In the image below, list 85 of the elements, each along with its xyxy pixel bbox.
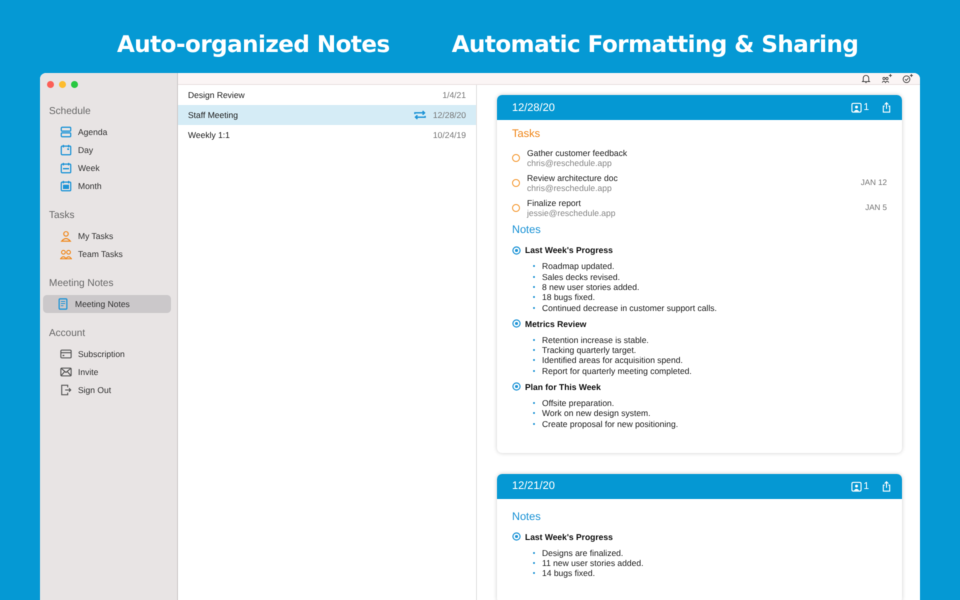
sidebar-item[interactable]: Agenda [43, 123, 171, 142]
sidebar-item[interactable]: My Tasks [43, 227, 171, 246]
bullet-text: Report for quarterly meeting completed. [542, 366, 692, 376]
sidebar-item[interactable]: Sign Out [43, 381, 171, 400]
credit-card-icon [60, 348, 72, 360]
headline: Automatic Formatting & Sharing [452, 31, 858, 60]
section-heading: Metrics Review [525, 318, 586, 329]
notes-heading: Notes [512, 510, 542, 523]
tasks-heading: Tasks [512, 128, 542, 140]
task-title: Finalize report [527, 198, 582, 208]
calendar-icon [60, 162, 72, 174]
sidebar-section-title: Account [48, 327, 86, 340]
envelope-icon [60, 366, 72, 378]
note-title: Design Review [188, 90, 246, 100]
bullet-text: Designs are finalized. [542, 548, 624, 558]
task-title: Review architecture doc [527, 172, 619, 183]
headline: Auto-organized Notes [117, 31, 390, 60]
zoom-icon[interactable] [71, 81, 78, 88]
card-date: 12/28/20 [512, 102, 556, 114]
bullet-text: 8 new user stories added. [542, 282, 640, 292]
notes-heading: Notes [512, 224, 542, 236]
note-date: 1/4/21 [442, 90, 466, 100]
bullet-text: Retention increase is stable. [542, 334, 649, 345]
add-task-icon[interactable] [902, 73, 914, 84]
bullet-text: 11 new user stories added. [542, 558, 644, 568]
task-title: Gather customer feedback [527, 148, 628, 158]
attendee-count: 1 [863, 480, 869, 492]
attendee-icon[interactable] [851, 480, 862, 492]
section-heading: Plan for This Week [525, 382, 601, 392]
task-checkbox[interactable] [512, 204, 520, 212]
target-circle-icon[interactable] [512, 382, 521, 392]
bullet-text: Offsite preparation. [542, 398, 614, 408]
sidebar-section-title: Meeting Notes [48, 277, 114, 290]
sidebar-item[interactable]: Team Tasks [43, 245, 171, 264]
sidebar-item[interactable]: Subscription [43, 345, 171, 364]
target-circle-icon[interactable] [512, 246, 521, 255]
note-title: Weekly 1:1 [188, 130, 231, 140]
sidebar-item[interactable]: Invite [43, 363, 171, 382]
share-icon[interactable] [881, 102, 892, 114]
sidebar-item[interactable]: Month [43, 177, 171, 196]
attendee-count: 1 [863, 102, 869, 114]
people-icon [60, 248, 72, 260]
sidebar-section-title: Tasks [48, 209, 76, 222]
bullet-text: Continued decrease in customer support calls. [542, 302, 717, 312]
note-row[interactable]: Design Review 1/4/21 [178, 85, 476, 106]
bullet-text: Work on new design system. [542, 408, 650, 418]
note-date: 12/28/20 [432, 110, 466, 120]
sidebar-item[interactable]: Week [43, 159, 171, 178]
task-checkbox[interactable] [512, 178, 520, 187]
task-assignee: chris@reschedule.app [527, 182, 613, 193]
sidebar-section-title: Schedule [48, 105, 92, 118]
target-circle-icon[interactable] [512, 319, 521, 328]
calendar-icon [60, 144, 72, 156]
attendee-icon[interactable] [851, 102, 862, 114]
bullet-text: 18 bugs fixed. [542, 292, 595, 302]
bullet-text: Tracking quarterly target. [542, 345, 636, 356]
target-circle-icon[interactable] [512, 532, 521, 542]
note-title: Staff Meeting [188, 110, 239, 120]
note-row[interactable]: Weekly 1:1 10/24/19 [178, 125, 476, 146]
task-checkbox[interactable] [512, 154, 520, 162]
share-icon[interactable] [881, 480, 892, 492]
bell-icon[interactable] [860, 73, 872, 84]
bullet-text: Roadmap updated. [542, 261, 614, 272]
stacked-rows-icon [60, 126, 72, 138]
add-people-icon[interactable] [881, 73, 893, 84]
task-due-date: JAN 5 [865, 203, 887, 212]
bullet-text: Sales decks revised. [542, 272, 620, 282]
card-date: 12/21/20 [512, 480, 556, 492]
person-icon [60, 230, 72, 242]
note-date: 10/24/19 [432, 130, 466, 140]
section-heading: Last Week's Progress [525, 532, 613, 542]
bullet-text: Create proposal for new positioning. [542, 418, 678, 429]
task-assignee: chris@reschedule.app [527, 158, 613, 168]
bullet-text: Identified areas for acquisition spend. [542, 355, 683, 366]
section-heading: Last Week's Progress [525, 245, 613, 256]
sidebar-item[interactable]: Day [43, 141, 171, 160]
note-row[interactable]: Staff Meeting 12/28/20 [178, 105, 476, 126]
task-due-date: JAN 12 [860, 178, 887, 188]
calendar-icon [60, 180, 72, 192]
document-icon [57, 298, 69, 310]
bullet-text: 14 bugs fixed. [542, 568, 595, 578]
sidebar-item[interactable]: Meeting Notes [43, 295, 171, 314]
close-icon[interactable] [47, 81, 54, 88]
sign-out-icon [60, 384, 72, 396]
task-assignee: jessie@reschedule.app [527, 208, 616, 218]
